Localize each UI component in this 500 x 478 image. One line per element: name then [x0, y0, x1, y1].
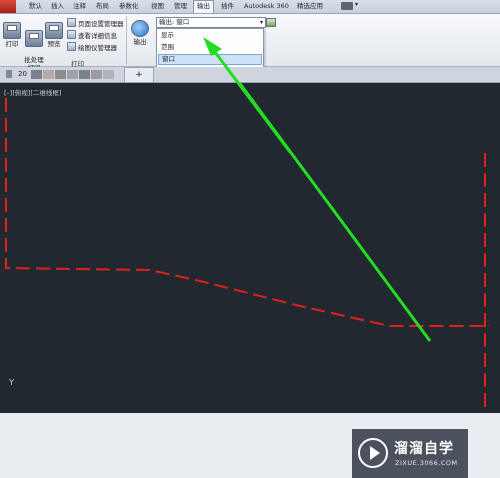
tab-annotate[interactable]: 注释 — [70, 1, 89, 12]
option-extents[interactable]: 范围 — [158, 42, 262, 53]
tab-insert[interactable]: 插入 — [48, 1, 67, 12]
preview-icon — [45, 22, 63, 39]
ucs-y-axis-label: Y — [9, 378, 14, 387]
plotter-icon — [67, 42, 76, 51]
page-setup-manager-label: 页面设置管理器 — [78, 20, 124, 28]
details-icon — [67, 30, 76, 39]
file-tab-bar: 20 + — [0, 67, 500, 83]
print-button[interactable]: 打印 — [2, 22, 22, 48]
tab-parametric[interactable]: 参数化 — [116, 1, 142, 12]
drawing-canvas[interactable]: [–][俯视][二维线框] Y 溜溜自学 ZIXUE.3066.COM — [0, 83, 500, 478]
view-details-label: 查看详细信息 — [78, 32, 117, 40]
tab-featured-apps[interactable]: 精选应用 — [294, 1, 326, 12]
print-button-label: 打印 — [5, 40, 19, 48]
file-tab-thumb — [91, 70, 102, 79]
export-settings-icon[interactable] — [266, 18, 276, 27]
file-tab-label[interactable]: 20 — [18, 70, 27, 78]
plotter-manager-label: 绘图仪管理器 — [78, 44, 117, 52]
option-window[interactable]: 窗口 — [158, 54, 262, 65]
play-logo-icon — [358, 438, 388, 468]
ribbon-tab-bar: 默认 插入 注释 布局 参数化 视图 管理 输出 插件 Autodesk 360… — [0, 0, 500, 14]
page-setup-icon — [67, 18, 76, 27]
drawing-svg — [5, 83, 490, 413]
chevron-down-icon[interactable]: ▾ — [355, 1, 358, 8]
view-details-button[interactable]: 查看详细信息 — [67, 30, 117, 40]
preview-button[interactable]: 预览 — [45, 22, 63, 48]
export-area-dropdown[interactable]: 输出: 窗口 ▾ — [156, 17, 266, 28]
file-tab-thumb — [103, 70, 114, 79]
output-button[interactable]: 输出 — [130, 20, 150, 46]
tab-output[interactable]: 输出 — [193, 0, 214, 13]
green-arrow — [237, 83, 432, 342]
batch-plot-icon — [25, 30, 43, 47]
printer-icon — [3, 22, 21, 39]
tab-default[interactable]: 默认 — [26, 1, 45, 12]
file-tab-thumb — [31, 70, 42, 79]
watermark: 溜溜自学 ZIXUE.3066.COM — [352, 429, 468, 478]
preview-label: 预览 — [47, 40, 61, 48]
file-icon — [6, 70, 12, 78]
page-setup-manager-button[interactable]: 页面设置管理器 — [67, 18, 124, 28]
file-tab-thumb — [55, 70, 66, 79]
arrow-shaft — [237, 83, 432, 342]
export-area-value: 输出: 窗口 — [159, 18, 190, 26]
tab-plugins[interactable]: 插件 — [218, 1, 237, 12]
globe-icon — [131, 20, 149, 37]
chevron-down-icon: ▾ — [259, 19, 263, 26]
tab-autodesk-360[interactable]: Autodesk 360 — [241, 1, 292, 12]
tab-manage[interactable]: 管理 — [171, 1, 190, 12]
tab-options-icon[interactable] — [341, 2, 353, 10]
file-tab-thumb — [79, 70, 90, 79]
plotter-manager-button[interactable]: 绘图仪管理器 — [67, 42, 117, 52]
application-menu-button[interactable] — [0, 0, 16, 13]
panel-divider — [126, 16, 127, 65]
option-display[interactable]: 显示 — [158, 30, 262, 41]
file-tab-thumb — [67, 70, 78, 79]
tab-layout[interactable]: 布局 — [93, 1, 112, 12]
dashed-boundary-lines — [5, 98, 490, 413]
watermark-url: ZIXUE.3066.COM — [395, 459, 458, 467]
new-tab-button[interactable]: + — [124, 67, 154, 83]
export-area-options: 显示 范围 窗口 — [156, 28, 264, 70]
left-boundary-line — [5, 98, 490, 327]
file-tab-thumb — [43, 70, 54, 79]
tab-view[interactable]: 视图 — [148, 1, 167, 12]
watermark-title: 溜溜自学 — [394, 441, 454, 457]
output-button-label: 输出 — [133, 38, 147, 46]
